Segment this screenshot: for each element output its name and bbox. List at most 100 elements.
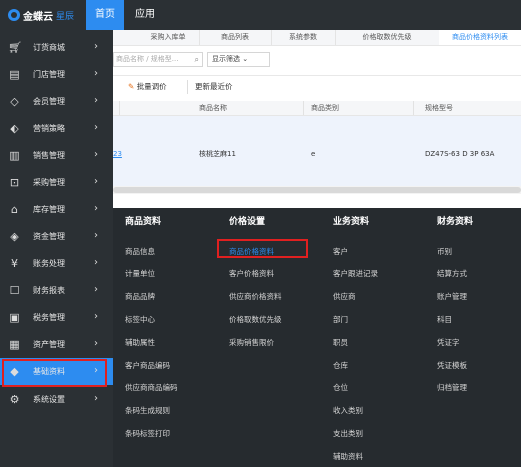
sidebar-item-sales[interactable]: ▥ 销售管理 › bbox=[0, 142, 113, 169]
chevron-right-icon: › bbox=[94, 257, 98, 268]
brand-logo[interactable]: 金蝶云 星辰 bbox=[8, 7, 74, 23]
menu-link-barcode-print[interactable]: 条码标签打印 bbox=[125, 429, 170, 439]
logo-icon bbox=[8, 9, 20, 21]
chevron-down-icon: ⌄ bbox=[242, 55, 249, 63]
sidebar-item-label: 资金管理 bbox=[33, 232, 65, 241]
menu-link-supplier-product-code[interactable]: 供应商商品编码 bbox=[125, 383, 178, 393]
tab-price-priority[interactable]: 价格取数优先级 bbox=[335, 30, 440, 45]
tab-purchase-receipt[interactable]: 采购入库单 bbox=[137, 30, 200, 45]
store-icon: ▤ bbox=[9, 68, 20, 81]
horizontal-scrollbar[interactable] bbox=[113, 186, 521, 194]
asset-icon: ▦ bbox=[9, 338, 20, 351]
gear-icon: ⚙ bbox=[9, 393, 20, 406]
bag-icon: ⊡ bbox=[9, 176, 20, 189]
sidebar-item-label: 销售管理 bbox=[33, 151, 65, 160]
tag-icon: ⬖ bbox=[10, 122, 19, 135]
sidebar-item-inventory[interactable]: ⌂ 库存管理 › bbox=[0, 196, 113, 223]
menu-link-customer-product-code[interactable]: 客户商品编码 bbox=[125, 361, 170, 371]
menu-link-location[interactable]: 仓位 bbox=[333, 383, 348, 393]
tab-product-list[interactable]: 商品列表 bbox=[199, 30, 272, 45]
menu-link-unit[interactable]: 计量单位 bbox=[125, 269, 155, 279]
update-recent-price-button[interactable]: 更新最近价 bbox=[195, 80, 233, 94]
menu-link-brand[interactable]: 商品品牌 bbox=[125, 292, 155, 302]
chevron-right-icon: › bbox=[94, 338, 98, 349]
tab-apps[interactable]: 应用 bbox=[126, 0, 164, 30]
column-title-business-data: 业务资料 bbox=[333, 217, 370, 227]
menu-link-price-limits[interactable]: 采购销售限价 bbox=[229, 338, 274, 348]
tab-system-params[interactable]: 系统参数 bbox=[271, 30, 336, 45]
tab-home[interactable]: 首页 bbox=[86, 0, 124, 30]
batch-adjust-label: 批量调价 bbox=[136, 82, 167, 91]
menu-link-customer-followup[interactable]: 客户跟进记录 bbox=[333, 269, 378, 279]
chevron-right-icon: › bbox=[94, 41, 98, 52]
chevron-right-icon: › bbox=[94, 95, 98, 106]
scrollbar-thumb[interactable] bbox=[113, 187, 521, 193]
chevron-right-icon: › bbox=[94, 393, 98, 404]
menu-link-customer[interactable]: 客户 bbox=[333, 247, 348, 257]
sidebar-item-store[interactable]: ▤ 门店管理 › bbox=[0, 61, 113, 88]
sidebar-item-member[interactable]: ◇ 会员管理 › bbox=[0, 88, 113, 115]
filter-label: 显示筛选 bbox=[212, 55, 240, 63]
column-header-name[interactable]: 商品名称 bbox=[199, 101, 227, 115]
filter-dropdown[interactable]: 显示筛选 ⌄ bbox=[207, 52, 270, 67]
menu-link-customer-price-data[interactable]: 客户价格资料 bbox=[229, 269, 274, 279]
table-row[interactable]: 23 核桃芝麻11 e DZ47S-63 D 3P 63A bbox=[113, 116, 521, 186]
menu-link-aux-attributes[interactable]: 辅助属性 bbox=[125, 338, 155, 348]
sidebar-item-purchase[interactable]: ⊡ 采购管理 › bbox=[0, 169, 113, 196]
chevron-right-icon: › bbox=[94, 68, 98, 79]
sidebar-item-tax[interactable]: ▣ 税务管理 › bbox=[0, 304, 113, 331]
batch-adjust-button[interactable]: ✎ 批量调价 bbox=[128, 80, 167, 94]
product-spec-cell: DZ47S-63 D 3P 63A bbox=[425, 150, 495, 158]
menu-link-account-management[interactable]: 账户管理 bbox=[437, 292, 467, 302]
product-code-link[interactable]: 23 bbox=[113, 149, 122, 159]
menu-link-settlement-method[interactable]: 结算方式 bbox=[437, 269, 467, 279]
menu-link-supplier[interactable]: 供应商 bbox=[333, 292, 356, 302]
sidebar-item-ordering-mall[interactable]: 🛒︎ 订货商城 › bbox=[0, 34, 113, 61]
column-divider bbox=[303, 101, 304, 115]
column-header-spec[interactable]: 规格型号 bbox=[425, 101, 453, 115]
report-icon: ☐ bbox=[9, 284, 20, 297]
sidebar-item-label: 系统设置 bbox=[33, 395, 65, 404]
menu-link-voucher-template[interactable]: 凭证模板 bbox=[437, 361, 467, 371]
menu-link-aux-data[interactable]: 辅助资料 bbox=[333, 452, 363, 462]
sidebar-item-accounting[interactable]: ¥ 账务处理 › bbox=[0, 250, 113, 277]
sidebar-item-label: 财务报表 bbox=[33, 286, 65, 295]
column-header-category[interactable]: 商品类别 bbox=[311, 101, 339, 115]
product-name-cell: 核桃芝麻11 bbox=[199, 150, 236, 158]
menu-link-department[interactable]: 部门 bbox=[333, 315, 348, 325]
sidebar-item-assets[interactable]: ▦ 资产管理 › bbox=[0, 331, 113, 358]
menu-link-currency[interactable]: 币别 bbox=[437, 247, 452, 257]
menu-link-tag-center[interactable]: 标签中心 bbox=[125, 315, 155, 325]
sidebar-item-label: 库存管理 bbox=[33, 205, 65, 214]
search-placeholder: 商品名称 / 规格型... bbox=[116, 55, 179, 63]
sidebar-item-funds[interactable]: ◈ 资金管理 › bbox=[0, 223, 113, 250]
menu-link-product-info[interactable]: 商品信息 bbox=[125, 247, 155, 257]
search-input[interactable]: 商品名称 / 规格型... ⌕ bbox=[113, 52, 203, 67]
sidebar-item-marketing[interactable]: ⬖ 营销策略 › bbox=[0, 115, 113, 142]
sidebar-item-financial-reports[interactable]: ☐ 财务报表 › bbox=[0, 277, 113, 304]
chevron-right-icon: › bbox=[94, 122, 98, 133]
column-title-product-data: 商品资料 bbox=[125, 217, 162, 227]
menu-link-barcode-rules[interactable]: 条码生成规则 bbox=[125, 406, 170, 416]
menu-link-subject[interactable]: 科目 bbox=[437, 315, 452, 325]
search-icon[interactable]: ⌕ bbox=[195, 53, 199, 66]
menu-link-supplier-price-data[interactable]: 供应商价格资料 bbox=[229, 292, 282, 302]
sidebar-item-system-settings[interactable]: ⚙ 系统设置 › bbox=[0, 386, 113, 413]
column-title-price-settings: 价格设置 bbox=[229, 217, 266, 227]
sidebar-item-label: 资产管理 bbox=[33, 340, 65, 349]
menu-link-employee[interactable]: 职员 bbox=[333, 338, 348, 348]
menu-link-archive[interactable]: 归档管理 bbox=[437, 383, 467, 393]
chevron-right-icon: › bbox=[94, 284, 98, 295]
sidebar-item-label: 税务管理 bbox=[33, 313, 65, 322]
product-category-cell: e bbox=[311, 150, 316, 158]
menu-link-warehouse[interactable]: 仓库 bbox=[333, 361, 348, 371]
menu-link-voucher-word[interactable]: 凭证字 bbox=[437, 338, 460, 348]
menu-link-price-priority[interactable]: 价格取数优先级 bbox=[229, 315, 282, 325]
chevron-right-icon: › bbox=[94, 203, 98, 214]
tab-product-price-list[interactable]: 商品价格资料列表 bbox=[439, 30, 521, 45]
warehouse-icon: ⌂ bbox=[11, 203, 18, 216]
menu-link-expense-category[interactable]: 支出类别 bbox=[333, 429, 363, 439]
menu-link-income-category[interactable]: 收入类别 bbox=[333, 406, 363, 416]
top-bar: 金蝶云 星辰 首页 应用 bbox=[0, 0, 521, 30]
toolbar-separator bbox=[187, 80, 188, 94]
